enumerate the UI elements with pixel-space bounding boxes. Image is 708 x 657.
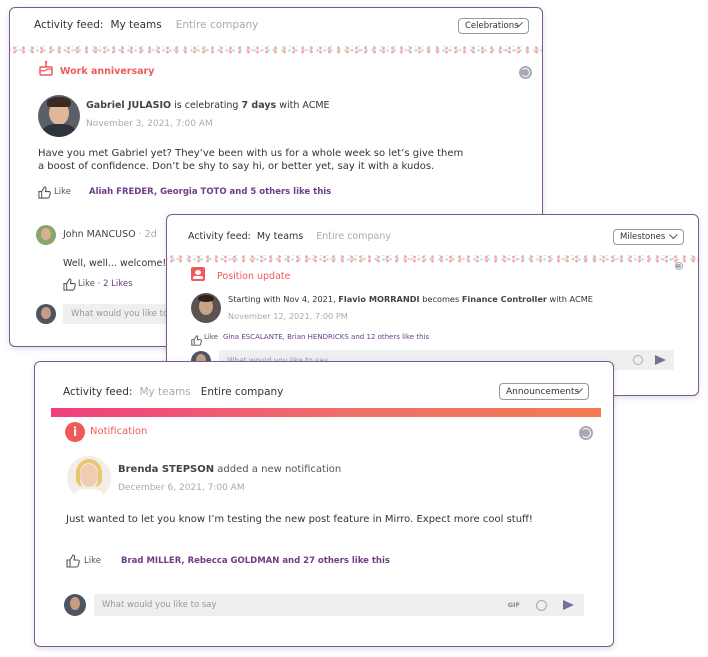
activity-card-announcements: Activity feed: My teams Entire company A… [34,361,614,647]
chevron-down-icon [669,230,678,240]
post-date: December 6, 2021, 7:00 AM [118,483,245,493]
globe-icon[interactable] [675,262,683,270]
tab-my-teams[interactable]: My teams [139,386,190,398]
avatar [64,594,86,616]
company-text: with ACME [279,100,330,111]
author-name[interactable]: Flavio MORRANDI [338,294,419,304]
thumbs-up-icon[interactable] [66,553,80,568]
thumbs-up-icon[interactable] [38,184,51,199]
activity-feed-label: Activity feed: [188,231,251,242]
filter-dropdown-value: Announcements [506,386,580,397]
emoji-icon[interactable] [536,599,547,611]
confetti-decoration [10,46,542,54]
avatar[interactable] [191,293,221,323]
tab-my-teams[interactable]: My teams [257,231,303,242]
likers-summary[interactable]: Aliah FREDER, Georgia TOTO and 5 others … [89,187,331,197]
likers-summary[interactable]: Gina ESCALANTE, Brian HENDRICKS and 12 o… [223,333,429,341]
avatar[interactable] [67,456,111,500]
send-icon[interactable] [563,600,574,610]
send-icon[interactable] [655,355,666,365]
activity-feed-label: Activity feed: [63,386,133,398]
tab-my-teams[interactable]: My teams [110,19,161,31]
milestone-days: 7 days [241,100,277,111]
tab-entire-company[interactable]: Entire company [316,231,391,242]
globe-icon[interactable] [519,66,532,79]
author-name[interactable]: Gabriel JULASIO [86,100,171,111]
tab-entire-company[interactable]: Entire company [201,386,284,398]
thumbs-up-icon[interactable] [191,331,202,346]
comment-input-container[interactable]: GIF [94,594,584,616]
info-icon: i [65,422,85,442]
like-button[interactable]: Like [84,556,101,566]
badge-icon [191,267,205,281]
activity-feed-bar: Activity feed: My teams Entire company [34,19,258,31]
globe-icon[interactable] [579,426,593,440]
activity-feed-bar: Activity feed: My teams Entire company [188,231,391,242]
post-headline: Starting with Nov 4, 2021, Flavio MORRAN… [228,294,593,304]
post-body: Just wanted to let you know I’m testing … [66,514,533,525]
filter-dropdown[interactable]: Milestones [613,229,684,245]
comment-header: John MANCUSO · 2d [63,229,157,240]
activity-feed-label: Activity feed: [34,19,104,31]
comment-time: 2d [144,229,157,240]
filter-dropdown-value: Celebrations [465,21,519,31]
like-button[interactable]: Like [54,187,71,197]
accent-gradient-bar [51,408,601,417]
gif-button[interactable]: GIF [508,601,520,609]
like-button[interactable]: Like [204,333,218,341]
avatar [36,304,56,324]
action-text: added a new notification [217,464,342,475]
action-text: is celebrating [174,100,239,111]
comment-like-button[interactable]: Like [78,279,95,289]
post-headline: Gabriel JULASIO is celebrating 7 days wi… [86,100,330,111]
cake-icon [38,60,54,76]
comment-like-row: Like · 2 Likes [78,279,133,289]
post-body: Have you met Gabriel yet? They’ve been w… [38,148,464,172]
tab-entire-company[interactable]: Entire company [176,19,259,31]
role-title: Finance Controller [461,294,547,304]
avatar[interactable] [38,95,80,137]
post-date: November 3, 2021, 7:00 AM [86,119,213,129]
likers-summary[interactable]: Brad MILLER, Rebecca GOLDMAN and 27 othe… [121,556,390,566]
author-name[interactable]: Brenda STEPSON [118,464,214,475]
thumbs-up-icon[interactable] [63,276,76,291]
post-headline: Brenda STEPSON added a new notification [118,464,341,475]
comment-input[interactable] [102,600,508,610]
post-category: Notification [90,426,148,437]
emoji-icon[interactable] [633,355,643,365]
filter-dropdown[interactable]: Announcements [499,383,589,400]
filter-dropdown[interactable]: Celebrations [458,18,529,34]
activity-feed-bar: Activity feed: My teams Entire company [63,386,283,398]
avatar[interactable] [36,225,56,245]
comment-author[interactable]: John MANCUSO [63,229,136,240]
comment-text: Well, well... welcome! [63,258,167,269]
comment-likes-count[interactable]: 2 Likes [103,279,132,289]
post-date: November 12, 2021, 7:00 PM [228,311,348,321]
post-category: Work anniversary [60,66,155,77]
post-category: Position update [217,271,291,282]
filter-dropdown-value: Milestones [620,232,666,242]
confetti-decoration [167,255,698,263]
